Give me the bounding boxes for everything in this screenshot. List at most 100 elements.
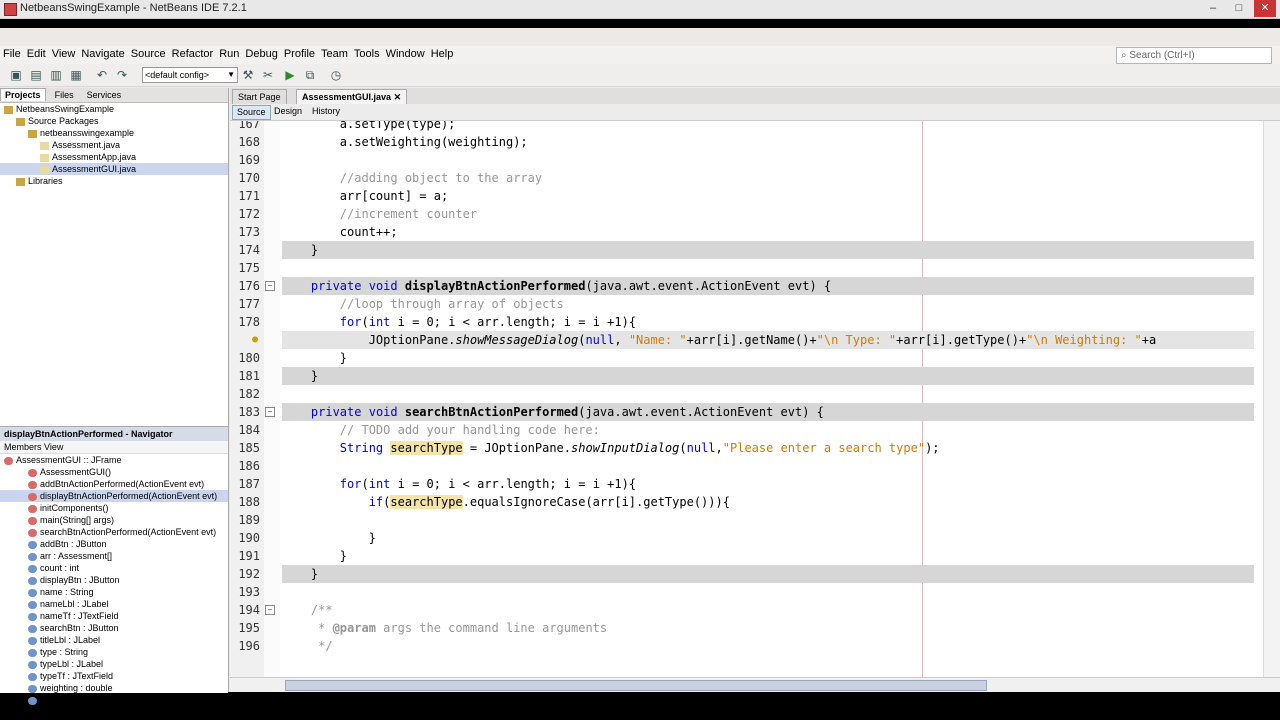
code-line[interactable]: 172 //increment counter xyxy=(230,205,1254,223)
code-line[interactable]: 181 } xyxy=(230,367,1254,385)
navigator-item[interactable]: initComponents() xyxy=(0,502,228,514)
source-view-button[interactable]: Source xyxy=(232,105,271,120)
tab-projects[interactable]: Projects xyxy=(0,88,46,101)
code-line[interactable]: 169 xyxy=(230,151,1254,169)
run-icon[interactable]: ▶ xyxy=(282,67,298,83)
code-line[interactable]: 177 //loop through array of objects xyxy=(230,295,1254,313)
navigator-item[interactable]: searchBtnActionPerformed(ActionEvent evt… xyxy=(0,526,228,538)
fold-toggle-icon[interactable]: − xyxy=(265,605,275,615)
maximize-button[interactable]: □ xyxy=(1228,0,1250,17)
code-line[interactable]: 189 xyxy=(230,511,1254,529)
code-line[interactable]: 167 a.setType(type); xyxy=(230,121,1254,133)
redo-icon[interactable]: ↷ xyxy=(114,67,130,83)
clean-build-icon[interactable]: ✂ xyxy=(260,67,276,83)
horizontal-scrollbar[interactable] xyxy=(230,677,1280,692)
navigator-item[interactable]: nameLbl : JLabel xyxy=(0,598,228,610)
code-line[interactable]: 195 * @param args the command line argum… xyxy=(230,619,1254,637)
code-line[interactable]: 184 // TODO add your handling code here: xyxy=(230,421,1254,439)
menu-team[interactable]: Team xyxy=(318,46,351,62)
navigator-item[interactable]: weighting : double xyxy=(0,682,228,694)
navigator-item[interactable]: typeLbl : JLabel xyxy=(0,658,228,670)
scroll-thumb[interactable] xyxy=(285,680,987,691)
code-line[interactable]: 173 count++; xyxy=(230,223,1254,241)
minimize-button[interactable]: – xyxy=(1202,0,1224,17)
navigator-item[interactable]: displayBtnActionPerformed(ActionEvent ev… xyxy=(0,490,228,502)
menu-edit[interactable]: Edit xyxy=(24,46,49,62)
code-line[interactable]: ● JOptionPane.showMessageDialog(null, "N… xyxy=(230,331,1254,349)
tab-assessmentgui[interactable]: AssessmentGUI.java ✕ xyxy=(296,89,408,104)
close-button[interactable]: ✕ xyxy=(1254,0,1276,17)
menu-source[interactable]: Source xyxy=(128,46,169,62)
navigator-item[interactable]: AssessmentGUI() xyxy=(0,466,228,478)
tab-start-page[interactable]: Start Page xyxy=(232,89,287,104)
navigator-item[interactable]: weightingLbl : JLabel xyxy=(0,694,228,706)
menu-help[interactable]: Help xyxy=(428,46,457,62)
open-project-icon[interactable]: ▤ xyxy=(28,67,44,83)
tab-services[interactable]: Services xyxy=(83,89,126,101)
navigator-item[interactable]: name : String xyxy=(0,586,228,598)
save-all-icon[interactable]: ▥ xyxy=(48,67,64,83)
code-line[interactable]: 170 //adding object to the array xyxy=(230,169,1254,187)
menu-run[interactable]: Run xyxy=(216,46,242,62)
code-line[interactable]: 190 } xyxy=(230,529,1254,547)
menu-tools[interactable]: Tools xyxy=(351,46,383,62)
navigator-item[interactable]: displayBtn : JButton xyxy=(0,574,228,586)
navigator-item[interactable]: count : int xyxy=(0,562,228,574)
new-project-icon[interactable]: ▣ xyxy=(8,67,24,83)
menu-file[interactable]: File xyxy=(0,46,24,62)
code-line[interactable]: 182 xyxy=(230,385,1254,403)
menu-profile[interactable]: Profile xyxy=(281,46,318,62)
code-line[interactable]: 174 } xyxy=(230,241,1254,259)
code-area[interactable]: 167 a.setType(type); 168 a.setWeighting(w… xyxy=(230,121,1254,677)
config-select[interactable]: <default config> ▼ xyxy=(142,67,238,83)
navigator-item[interactable]: typeTf : JTextField xyxy=(0,670,228,682)
navigator-item[interactable]: arr : Assessment[] xyxy=(0,550,228,562)
code-line[interactable]: 188 if(searchType.equalsIgnoreCase(arr[i… xyxy=(230,493,1254,511)
code-line[interactable]: 176− private void displayBtnActionPerfor… xyxy=(230,277,1254,295)
close-tab-icon[interactable]: ✕ xyxy=(394,92,402,102)
project-tree-item[interactable]: Assessment.java xyxy=(0,139,228,151)
code-line[interactable]: 187 for(int i = 0; i < arr.length; i = i… xyxy=(230,475,1254,493)
code-line[interactable]: 178 for(int i = 0; i < arr.length; i = i… xyxy=(230,313,1254,331)
navigator-item[interactable]: addBtn : JButton xyxy=(0,538,228,550)
project-tree-item[interactable]: AssessmentApp.java xyxy=(0,151,228,163)
menu-navigate[interactable]: Navigate xyxy=(78,46,127,62)
navigator-item[interactable]: nameTf : JTextField xyxy=(0,610,228,622)
project-tree-item[interactable]: Libraries xyxy=(0,175,228,187)
tab-files[interactable]: Files xyxy=(51,89,78,101)
navigator-item[interactable]: addBtnActionPerformed(ActionEvent evt) xyxy=(0,478,228,490)
fold-toggle-icon[interactable]: − xyxy=(265,407,275,417)
navigator-item[interactable]: searchBtn : JButton xyxy=(0,622,228,634)
hint-bulb-icon[interactable]: ● xyxy=(252,334,258,345)
vertical-scrollbar[interactable] xyxy=(1263,121,1280,677)
menu-refactor[interactable]: Refactor xyxy=(169,46,217,62)
code-line[interactable]: 185 String searchType = JOptionPane.show… xyxy=(230,439,1254,457)
code-line[interactable]: 192 } xyxy=(230,565,1254,583)
code-line[interactable]: 194− /** xyxy=(230,601,1254,619)
project-tree-item[interactable]: NetbeansSwingExample xyxy=(0,103,228,115)
menu-window[interactable]: Window xyxy=(383,46,428,62)
menu-view[interactable]: View xyxy=(49,46,79,62)
code-line[interactable]: 186 xyxy=(230,457,1254,475)
project-tree-item[interactable]: netbeansswingexample xyxy=(0,127,228,139)
navigator-item[interactable]: type : String xyxy=(0,646,228,658)
fold-toggle-icon[interactable]: − xyxy=(265,281,275,291)
close-project-icon[interactable]: ▦ xyxy=(68,67,84,83)
search-input[interactable]: ⌕ Search (Ctrl+I) xyxy=(1116,47,1272,64)
profile-icon[interactable]: ◷ xyxy=(328,67,344,83)
history-view-button[interactable]: History xyxy=(308,105,344,118)
code-line[interactable]: 191 } xyxy=(230,547,1254,565)
design-view-button[interactable]: Design xyxy=(270,105,306,118)
build-icon[interactable]: ⚒ xyxy=(240,67,256,83)
code-line[interactable]: 183− private void searchBtnActionPerform… xyxy=(230,403,1254,421)
navigator-item[interactable]: titleLbl : JLabel xyxy=(0,634,228,646)
project-tree-item[interactable]: Source Packages xyxy=(0,115,228,127)
navigator-item[interactable]: AssessmentGUI :: JFrame xyxy=(0,454,228,466)
menu-debug[interactable]: Debug xyxy=(242,46,280,62)
code-line[interactable]: 175 xyxy=(230,259,1254,277)
code-line[interactable]: 168 a.setWeighting(weighting); xyxy=(230,133,1254,151)
undo-icon[interactable]: ↶ xyxy=(94,67,110,83)
debug-icon[interactable]: ⧉ xyxy=(302,67,318,83)
code-line[interactable]: 171 arr[count] = a; xyxy=(230,187,1254,205)
code-line[interactable]: 193 xyxy=(230,583,1254,601)
